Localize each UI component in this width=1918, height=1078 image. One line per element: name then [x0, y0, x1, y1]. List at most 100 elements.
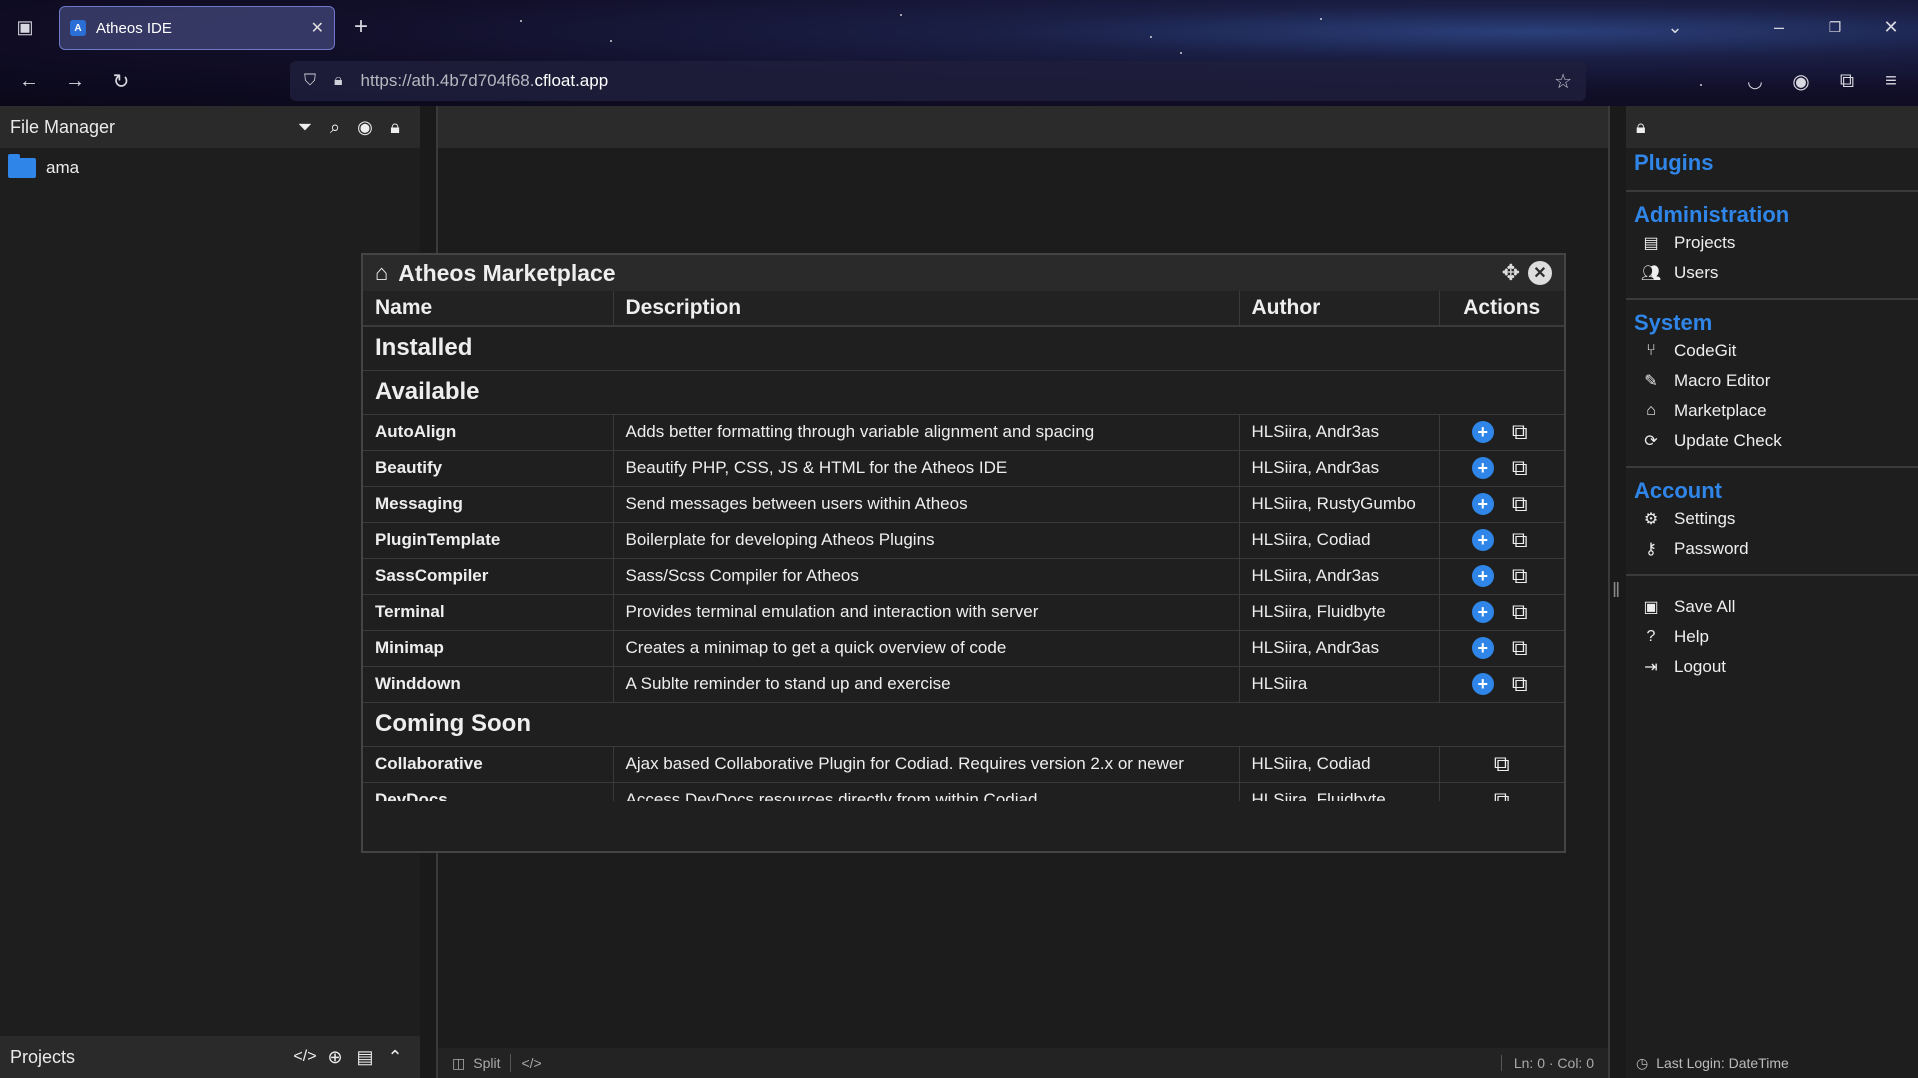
- install-plus-icon[interactable]: +: [1471, 529, 1494, 551]
- nav-users[interactable]: 👥︎ Users: [1626, 258, 1918, 288]
- nav-settings[interactable]: ⚙ Settings: [1626, 504, 1918, 534]
- split-button[interactable]: Split: [473, 1055, 500, 1071]
- projects-title[interactable]: Projects: [10, 1047, 290, 1068]
- external-link-icon[interactable]: ⧉: [1490, 753, 1514, 775]
- tab-list-icon[interactable]: ▣: [10, 12, 40, 42]
- cell-author: HLSiira, Andr3as: [1239, 414, 1440, 451]
- cell-author: HLSiira, Fluidbyte: [1239, 782, 1440, 801]
- group-label: Installed: [363, 326, 1564, 371]
- lock-icon[interactable]: 🔒︎: [334, 72, 343, 90]
- nav-marketplace[interactable]: ⌂ Marketplace: [1626, 396, 1918, 426]
- install-plus-icon[interactable]: +: [1471, 601, 1494, 623]
- install-plus-icon[interactable]: +: [1471, 565, 1494, 587]
- cell-author: HLSiira, Codiad: [1239, 746, 1440, 783]
- last-login-text: Last Login: DateTime: [1656, 1055, 1789, 1071]
- external-link-icon[interactable]: ⧉: [1508, 673, 1532, 695]
- code-icon[interactable]: </>: [521, 1055, 541, 1071]
- close-icon[interactable]: ✕: [1528, 261, 1552, 285]
- nav-projects[interactable]: ▤ Projects: [1626, 228, 1918, 258]
- external-link-icon[interactable]: ⧉: [1508, 601, 1532, 623]
- store-icon: ⌂: [375, 260, 389, 285]
- cell-description: Send messages between users within Atheo…: [613, 486, 1240, 523]
- shield-icon[interactable]: ⛉: [304, 72, 316, 90]
- install-plus-icon[interactable]: +: [1471, 457, 1494, 479]
- panel-resize-handle[interactable]: ‖: [1612, 580, 1620, 603]
- browser-tab[interactable]: A Atheos IDE ✕: [59, 6, 335, 50]
- split-icon[interactable]: ◫: [452, 1055, 465, 1072]
- cell-name: AutoAlign: [363, 414, 614, 451]
- new-tab-icon[interactable]: +: [346, 12, 376, 42]
- cell-actions: + ⧉: [1439, 594, 1564, 631]
- cell-description: Ajax based Collaborative Plugin for Codi…: [613, 746, 1240, 783]
- minimize-icon[interactable]: –: [1764, 12, 1794, 42]
- cell-actions: + ⧉: [1439, 522, 1564, 559]
- table-row: AutoAlign Adds better formatting through …: [363, 414, 1564, 451]
- install-plus-icon[interactable]: +: [1471, 493, 1494, 515]
- menu-icon[interactable]: ≡: [1874, 64, 1908, 98]
- url-bar[interactable]: ⛉ 🔒︎ https://ath.4b7d704f68.cfloat.app ☆: [290, 61, 1586, 101]
- nav-password[interactable]: ⚷ Password: [1626, 534, 1918, 564]
- eye-icon[interactable]: ◉: [350, 112, 380, 142]
- install-plus-icon[interactable]: +: [1471, 637, 1494, 659]
- lock-icon[interactable]: 🔒︎: [1636, 117, 1646, 138]
- cell-description: Provides terminal emulation and interact…: [613, 594, 1240, 631]
- move-icon[interactable]: ✥: [1502, 260, 1520, 286]
- external-link-icon[interactable]: ⧉: [1508, 457, 1532, 479]
- back-icon[interactable]: ←: [12, 64, 46, 98]
- lock-icon[interactable]: 🔒︎: [380, 112, 410, 142]
- reload-icon[interactable]: ↻: [104, 64, 138, 98]
- archive-icon[interactable]: ▤: [350, 1042, 380, 1072]
- nav-help[interactable]: ? Help: [1626, 622, 1918, 652]
- external-link-icon[interactable]: ⧉: [1508, 493, 1532, 515]
- file-tree: ama: [0, 148, 420, 184]
- cell-description: Access DevDocs resources directly from w…: [613, 782, 1240, 801]
- magic-wand-icon: ✎: [1644, 373, 1658, 390]
- filter-icon[interactable]: ⏷: [290, 112, 320, 142]
- modal-title: Atheos Marketplace: [398, 259, 616, 286]
- cell-author: HLSiira, Andr3as: [1239, 558, 1440, 595]
- cell-name: Winddown: [363, 666, 614, 703]
- nav-update-check[interactable]: ⟳ Update Check: [1626, 426, 1918, 456]
- install-plus-icon[interactable]: +: [1471, 421, 1494, 443]
- marketplace-table-scroll[interactable]: Name Description Author Actions Installe…: [363, 291, 1564, 801]
- tab-close-icon[interactable]: ✕: [311, 18, 324, 38]
- restore-icon[interactable]: ❐: [1820, 12, 1850, 42]
- modal-header[interactable]: ⌂ Atheos Marketplace ✥ ✕: [363, 255, 1564, 291]
- archive-icon: ▤: [1643, 235, 1659, 252]
- tab-title: Atheos IDE: [96, 19, 172, 37]
- external-link-icon[interactable]: ⧉: [1490, 789, 1514, 802]
- users-icon: 👥︎: [1640, 265, 1662, 282]
- nav-codegit[interactable]: ⑂ CodeGit: [1626, 336, 1918, 366]
- cell-actions: + ⧉: [1439, 666, 1564, 703]
- search-icon[interactable]: ⌕: [320, 112, 350, 142]
- pocket-icon[interactable]: ◡: [1738, 64, 1772, 98]
- cursor-position: Ln: 0 · Col: 0: [1500, 1055, 1594, 1071]
- nav-logout[interactable]: ⇥ Logout: [1626, 652, 1918, 682]
- folder-icon: [8, 154, 36, 178]
- external-link-icon[interactable]: ⧉: [1508, 421, 1532, 443]
- plugins-title: Plugins: [1634, 150, 1714, 175]
- window-close-icon[interactable]: ✕: [1876, 12, 1906, 42]
- account-icon[interactable]: ◉: [1784, 64, 1818, 98]
- store-icon: ⌂: [1646, 402, 1656, 419]
- bookmark-star-icon[interactable]: ☆: [1554, 69, 1572, 94]
- cell-description: Sass/Scss Compiler for Atheos: [613, 558, 1240, 595]
- forward-icon[interactable]: →: [58, 64, 92, 98]
- add-project-icon[interactable]: ⊕: [320, 1042, 350, 1072]
- install-plus-icon[interactable]: +: [1471, 673, 1494, 695]
- external-link-icon[interactable]: ⧉: [1508, 529, 1532, 551]
- collapse-up-icon[interactable]: ⌃: [380, 1042, 410, 1072]
- tab-overflow-chevron-icon[interactable]: ⌄: [1660, 12, 1690, 42]
- cell-author: HLSiira, Andr3as: [1239, 630, 1440, 667]
- code-icon[interactable]: </>: [290, 1042, 320, 1072]
- extensions-icon[interactable]: ⧉: [1830, 64, 1864, 98]
- tree-item-ama[interactable]: ama: [8, 154, 412, 178]
- nav-macro-editor[interactable]: ✎ Macro Editor: [1626, 366, 1918, 396]
- cell-actions: + ⧉: [1439, 630, 1564, 667]
- external-link-icon[interactable]: ⧉: [1508, 637, 1532, 659]
- browser-chrome: ▣ A Atheos IDE ✕ + ⌄ – ❐ ✕ ← → ↻ ⛉ 🔒︎ ht…: [0, 0, 1918, 106]
- administration-title: Administration: [1634, 202, 1790, 227]
- cell-description: Adds better formatting through variable …: [613, 414, 1240, 451]
- external-link-icon[interactable]: ⧉: [1508, 565, 1532, 587]
- nav-save-all[interactable]: ▣ Save All: [1626, 592, 1918, 622]
